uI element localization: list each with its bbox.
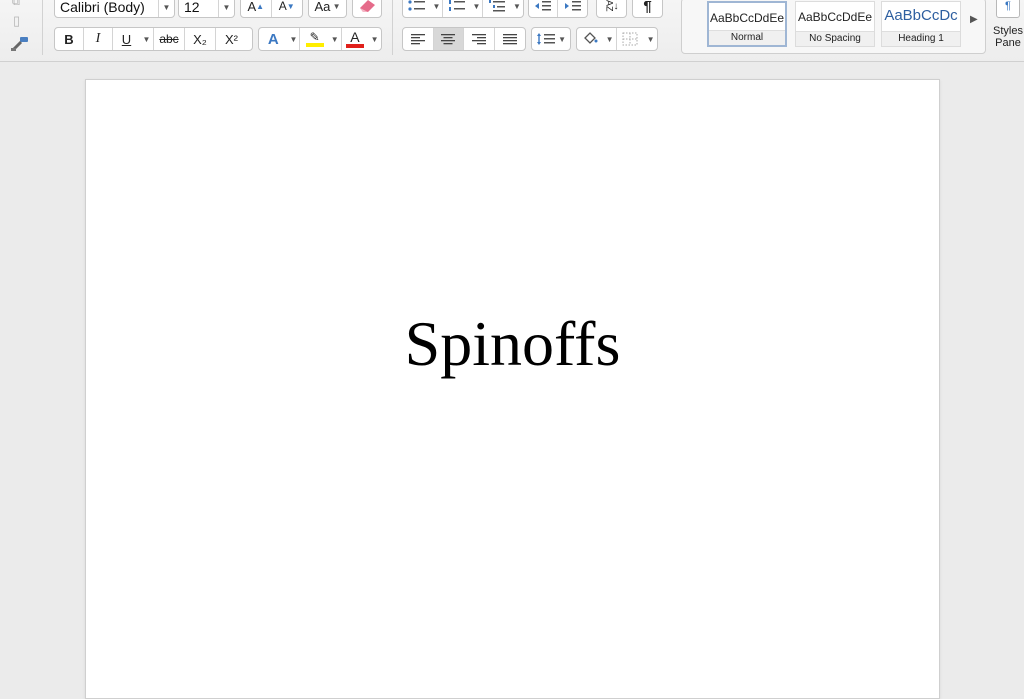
divider	[392, 0, 393, 55]
subscript-button[interactable]: X₂	[185, 28, 216, 50]
color-format-group: A ▼ ✎ ▼ A ▼	[258, 27, 382, 51]
highlight-button[interactable]: ✎	[300, 28, 329, 50]
underline-options-button[interactable]: ▼	[140, 28, 154, 50]
format-painter-icon[interactable]	[10, 36, 30, 52]
style-heading-1[interactable]: AaBbCcDc Heading 1	[881, 1, 961, 47]
bullets-button[interactable]	[403, 0, 431, 17]
borders-options[interactable]: ▼	[644, 28, 657, 50]
line-spacing-button[interactable]: ▼	[531, 27, 571, 51]
copy-icon[interactable]: ⧉	[12, 0, 20, 9]
grow-font-label: A	[247, 0, 257, 14]
superscript-button[interactable]: X²	[216, 28, 247, 50]
font-name-value: Calibri (Body)	[60, 0, 145, 15]
styles-pane-button[interactable]: ¶ Styles Pane	[990, 0, 1024, 57]
change-case-label: Aa	[314, 0, 331, 14]
style-sample: AaBbCcDdEe	[709, 11, 785, 25]
align-right-icon	[471, 34, 486, 45]
change-case-button[interactable]: Aa ▼	[308, 0, 347, 18]
grow-font-button[interactable]: A ▲	[241, 0, 272, 17]
multilevel-list-icon	[489, 0, 505, 12]
gallery-next-icon[interactable]: ▶	[970, 14, 978, 25]
style-name: Normal	[709, 30, 785, 45]
styles-gallery: AaBbCcDdEe Normal AaBbCcDdEe No Spacing …	[681, 0, 986, 54]
align-center-icon	[441, 34, 456, 45]
multilevel-list-button[interactable]	[483, 0, 511, 17]
align-left-icon	[410, 34, 425, 45]
bullets-options[interactable]: ▼	[431, 0, 443, 17]
divider	[42, 0, 43, 55]
borders-icon	[622, 32, 638, 46]
font-size-value: 12	[184, 0, 200, 15]
align-right-button[interactable]	[464, 28, 495, 50]
indent-group	[528, 0, 588, 18]
align-left-button[interactable]	[403, 28, 434, 50]
font-color-button[interactable]: A	[342, 28, 369, 50]
bullet-list-icon	[408, 0, 425, 11]
show-formatting-button[interactable]: ¶	[632, 0, 663, 18]
line-spacing-icon	[536, 33, 555, 45]
style-name: No Spacing	[796, 31, 874, 46]
numbering-options[interactable]: ▼	[471, 0, 483, 17]
increase-indent-button[interactable]	[558, 0, 587, 17]
font-size-select[interactable]: 12 ▼	[178, 0, 235, 18]
strikethrough-button[interactable]: abc	[154, 28, 185, 50]
ribbon-toolbar: ⧉ ▯ Calibri (Body) ▼ 12 ▼ A ▲ A ▼ Aa ▼ B I…	[0, 0, 1024, 62]
style-sample: AaBbCcDc	[884, 7, 958, 24]
font-size-buttons: A ▲ A ▼	[240, 0, 303, 18]
font-color-options[interactable]: ▼	[368, 28, 381, 50]
document-title-text[interactable]: Spinoffs	[86, 312, 939, 376]
underline-button[interactable]: U	[113, 28, 140, 50]
shading-border-group: ▼ ▼	[576, 27, 658, 51]
multilevel-options[interactable]: ▼	[511, 0, 523, 17]
shading-button[interactable]	[577, 28, 604, 50]
eraser-icon	[360, 0, 375, 12]
style-name: Heading 1	[882, 31, 960, 46]
styles-pane-label-1: Styles	[993, 25, 1023, 37]
font-color-label: A	[350, 29, 360, 45]
highlight-options[interactable]: ▼	[329, 28, 342, 50]
font-color-bar	[345, 44, 364, 48]
align-center-button[interactable]	[433, 28, 464, 50]
paint-bucket-icon	[584, 32, 598, 44]
style-normal[interactable]: AaBbCcDdEe Normal	[707, 1, 787, 47]
decrease-indent-icon	[535, 1, 551, 11]
italic-button[interactable]: I	[84, 28, 113, 50]
highlighter-icon: ✎	[309, 30, 320, 44]
text-format-group: B I U ▼ abc X₂ X²	[54, 27, 253, 51]
numbered-list-icon	[449, 0, 465, 11]
decrease-indent-button[interactable]	[529, 0, 559, 17]
styles-pane-icon: ¶	[996, 0, 1020, 18]
paste-icon[interactable]: ▯	[13, 13, 20, 29]
font-name-select[interactable]: Calibri (Body) ▼	[54, 0, 175, 18]
numbering-button[interactable]	[443, 0, 471, 17]
style-no-spacing[interactable]: AaBbCcDdEe No Spacing	[795, 1, 875, 47]
justify-button[interactable]	[495, 28, 525, 50]
shrink-font-button[interactable]: A ▼	[272, 0, 302, 17]
list-group: ▼ ▼ ▼	[402, 0, 524, 18]
text-effects-button[interactable]: A	[259, 28, 288, 50]
alignment-group	[402, 27, 526, 51]
chevron-down-icon: ▼	[158, 0, 174, 17]
increase-indent-icon	[564, 1, 581, 11]
sort-button[interactable]: AZ ↓	[596, 0, 627, 18]
justify-icon	[502, 34, 517, 45]
chevron-down-icon: ▼	[142, 34, 151, 44]
highlight-color-bar	[305, 43, 324, 47]
pilcrow-icon: ¶	[643, 0, 652, 15]
shading-options[interactable]: ▼	[604, 28, 617, 50]
sort-icon: AZ	[604, 0, 615, 12]
text-effects-options[interactable]: ▼	[288, 28, 301, 50]
borders-button[interactable]	[617, 28, 645, 50]
shrink-font-label: A	[278, 0, 287, 13]
chevron-down-icon: ▼	[218, 0, 234, 17]
clear-formatting-button[interactable]	[352, 0, 382, 18]
document-page[interactable]: Spinoffs	[85, 79, 940, 699]
bold-button[interactable]: B	[55, 28, 84, 50]
styles-pane-label-2: Pane	[995, 37, 1021, 49]
style-sample: AaBbCcDdEe	[797, 10, 873, 24]
